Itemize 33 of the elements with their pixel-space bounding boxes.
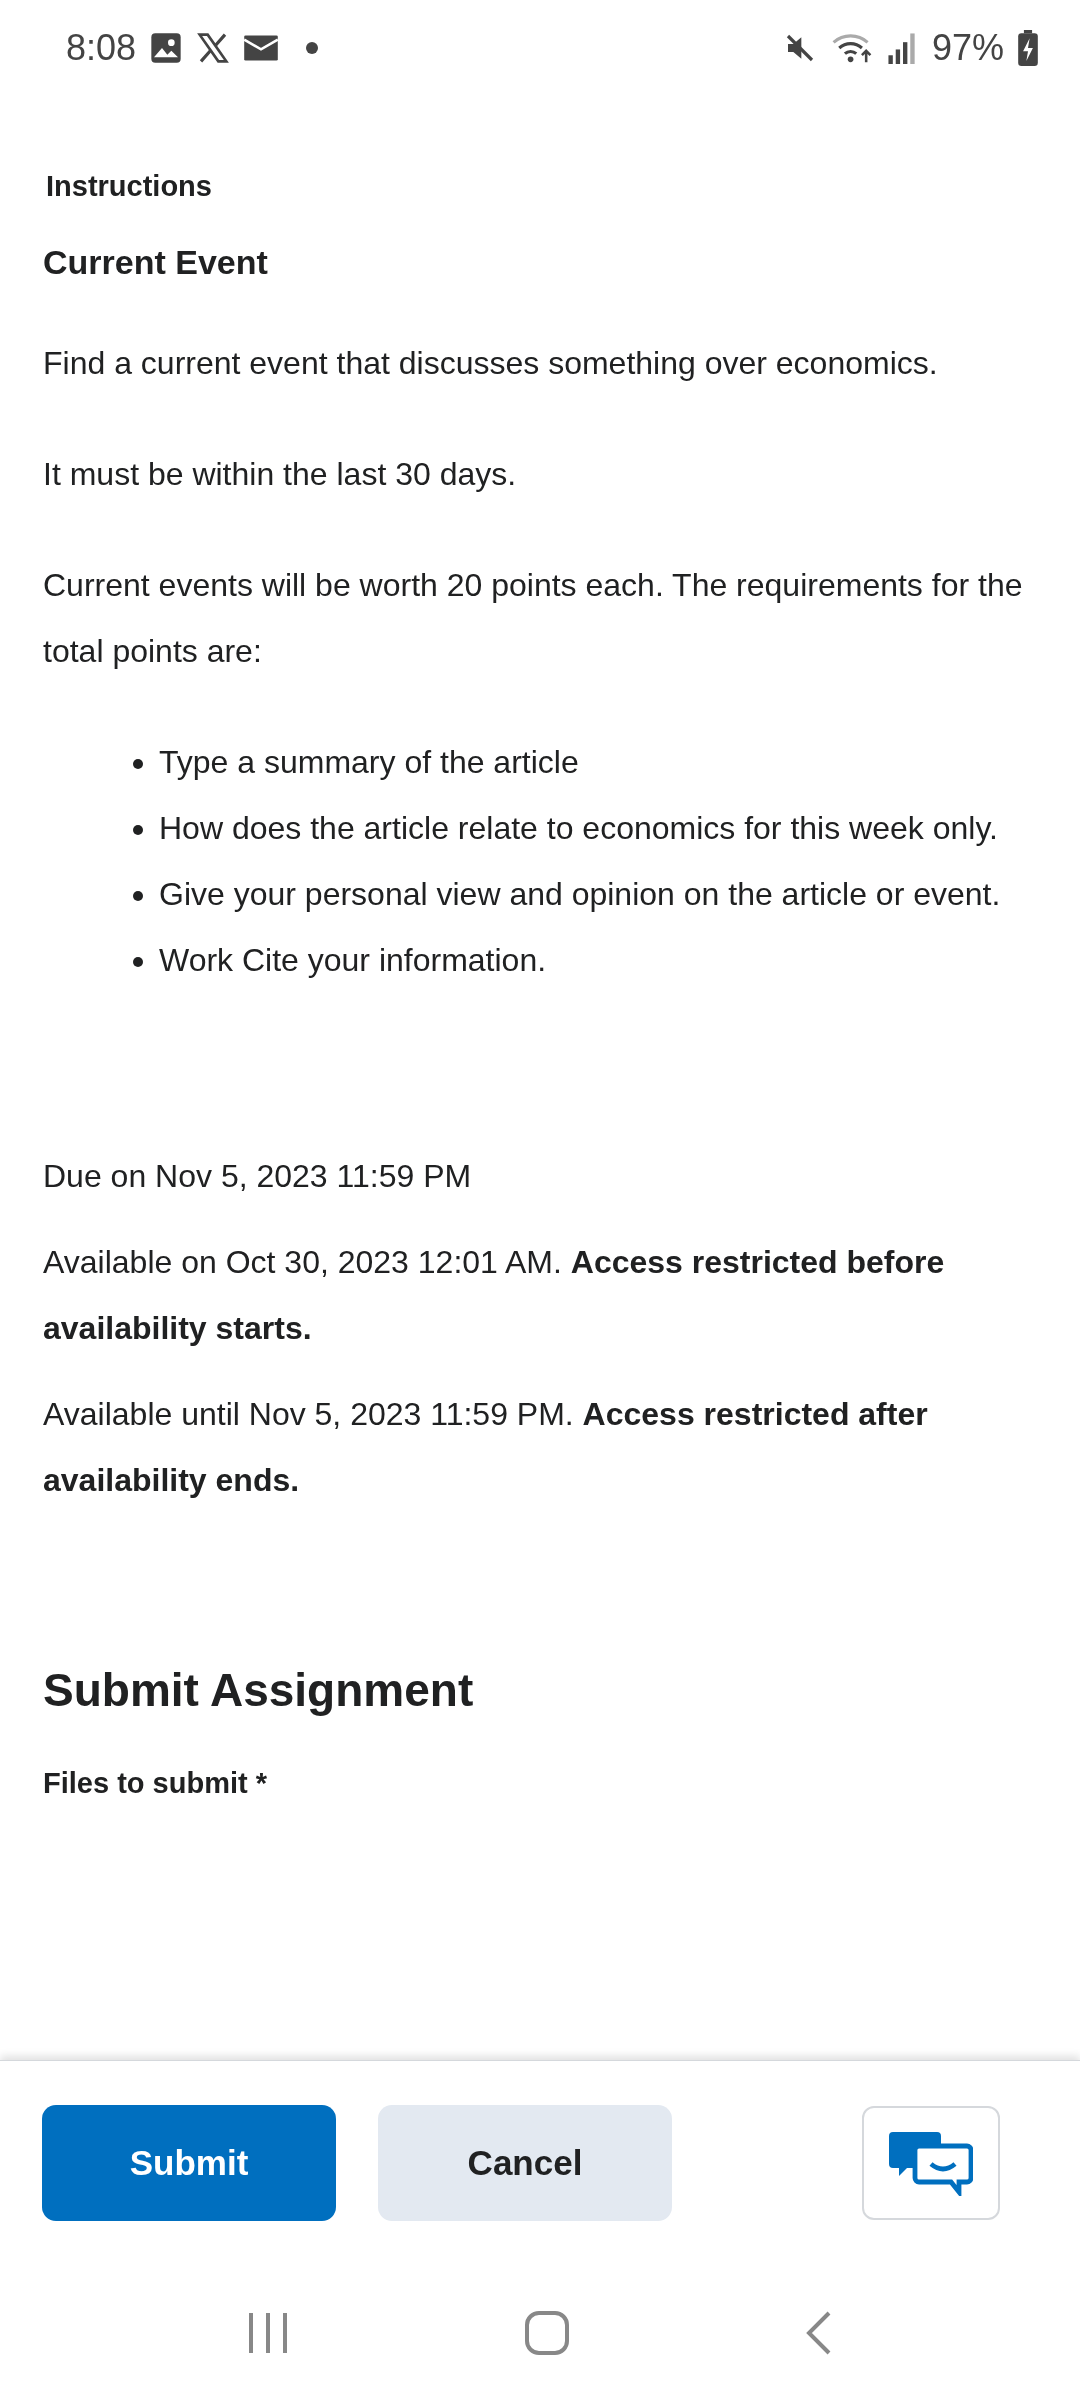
bullet-icon [133, 891, 143, 901]
back-icon[interactable] [804, 2309, 833, 2356]
bullet-icon [133, 825, 143, 835]
assignment-title: Current Event [43, 243, 269, 282]
instruction-paragraph: Current events will be worth 20 points each. The requirements for the total points are: [43, 566, 1024, 671]
bullet-icon [133, 957, 143, 967]
signal-icon [887, 32, 918, 64]
chat-button[interactable] [862, 2106, 1000, 2220]
cancel-button[interactable]: Cancel [378, 2105, 672, 2221]
requirement-item: How does the article relate to economics for this week only. [159, 809, 998, 848]
submit-button[interactable]: Submit [42, 2105, 336, 2221]
home-icon[interactable] [524, 2309, 570, 2356]
section-label: Instructions [46, 170, 213, 203]
instruction-paragraph: It must be within the last 30 days. [43, 455, 518, 494]
battery-percentage: 97% [931, 27, 1004, 69]
recent-apps-icon[interactable] [247, 2310, 290, 2355]
mail-icon [244, 34, 279, 62]
status-time: 8:08 [66, 27, 137, 69]
availability-text: Available on Oct 30, 2023 12:01 AM. Access restricted before availability starts. [43, 1243, 946, 1348]
instruction-paragraph: Find a current event that discusses something over economics. [43, 344, 939, 383]
chat-bubbles-icon [889, 2130, 973, 2196]
availability-text: Available until Nov 5, 2023 11:59 PM. Access restricted after availability ends. [43, 1395, 929, 1500]
requirement-item: Type a summary of the article [159, 743, 579, 782]
bullet-icon [133, 759, 143, 769]
image-icon [150, 32, 183, 64]
requirement-item: Work Cite your information. [159, 941, 547, 980]
requirement-item: Give your personal view and opinion on the article or event. [159, 875, 1001, 914]
x-icon [196, 32, 231, 64]
battery-charging-icon [1018, 30, 1038, 66]
dot-icon [306, 42, 319, 54]
files-label: Files to submit * [43, 1767, 268, 1800]
section-heading: Submit Assignment [43, 1663, 475, 1717]
availability-text: Due on Nov 5, 2023 11:59 PM [43, 1157, 473, 1196]
